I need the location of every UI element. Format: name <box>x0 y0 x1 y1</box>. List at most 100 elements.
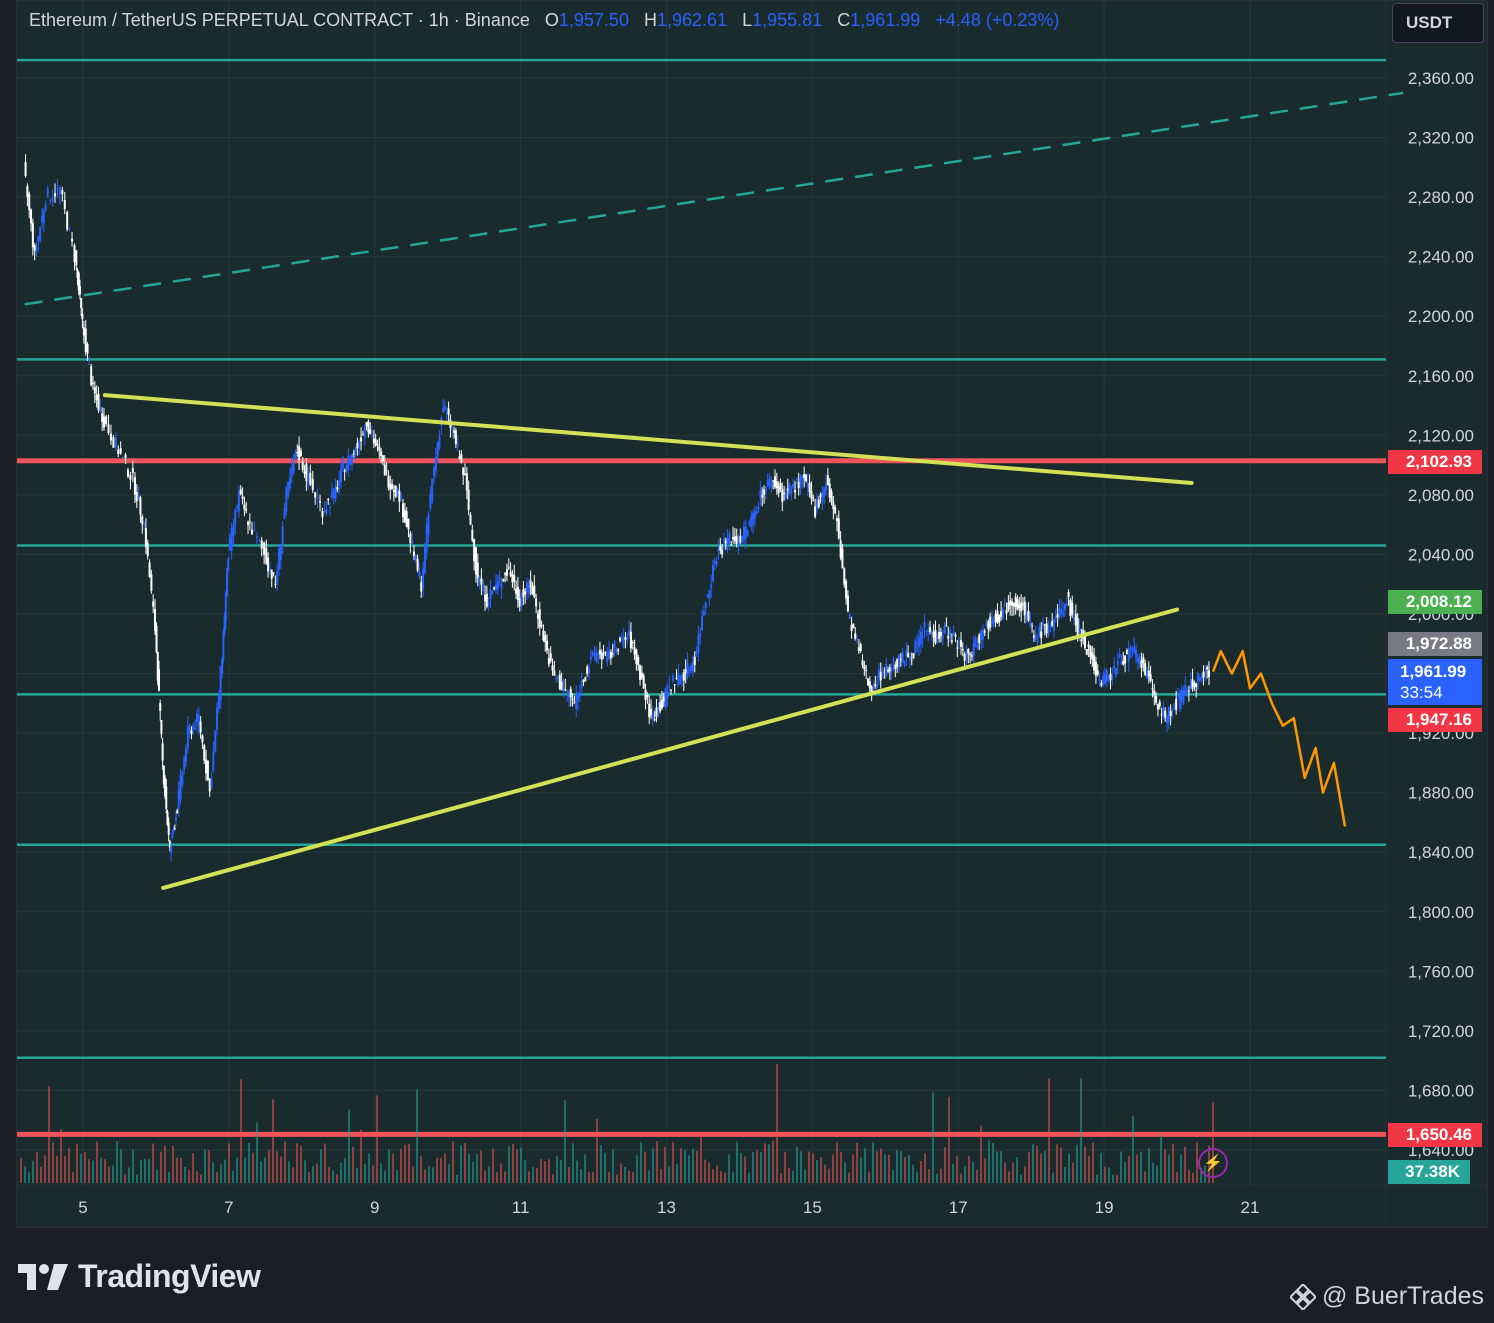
candle-body <box>139 497 142 515</box>
candle-body <box>402 503 405 518</box>
candle-body <box>500 583 503 589</box>
candle-body <box>327 498 330 501</box>
candle-body <box>329 506 332 508</box>
volume-bar <box>720 1171 722 1183</box>
candle-body <box>1186 689 1189 692</box>
candle-body <box>68 228 71 230</box>
candle-body <box>593 654 596 656</box>
volume-bar <box>1112 1174 1114 1183</box>
volume-bar <box>776 1064 778 1183</box>
candle-body <box>755 511 758 514</box>
candle-body <box>1038 626 1041 637</box>
candle-body <box>336 487 339 490</box>
volume-bar <box>612 1148 614 1183</box>
price-tick-label: 2,360.00 <box>1408 69 1474 88</box>
candle-body <box>1158 701 1161 707</box>
candle-body <box>489 589 492 599</box>
candle-body <box>936 642 939 644</box>
candle-body <box>1051 620 1054 626</box>
candle-body <box>795 478 798 481</box>
candle-body <box>30 209 33 224</box>
volume-bar <box>748 1172 750 1183</box>
candle-body <box>287 481 290 496</box>
candle-body <box>959 639 962 647</box>
volume-bar <box>652 1148 654 1183</box>
volume-bar <box>472 1162 474 1183</box>
volume-bar <box>72 1172 74 1183</box>
candle-body <box>648 703 651 718</box>
price-tick-label: 2,280.00 <box>1408 188 1474 207</box>
volume-bar <box>1032 1144 1034 1183</box>
volume-bar <box>512 1143 514 1183</box>
candle-body <box>88 363 91 365</box>
candle-body <box>826 475 829 485</box>
candle-body <box>1124 655 1127 664</box>
candle-body <box>950 640 953 642</box>
volume-bar <box>316 1163 318 1183</box>
price-tick-label: 2,080.00 <box>1408 486 1474 505</box>
candle-body <box>535 598 538 607</box>
candle-body <box>350 454 353 465</box>
lightning-icon[interactable]: ⚡ <box>1198 1148 1228 1178</box>
volume-bar <box>1040 1153 1042 1183</box>
candle-body <box>1122 661 1125 665</box>
volume-bar <box>896 1150 898 1183</box>
candle-body <box>640 672 643 679</box>
candle-body <box>400 495 403 499</box>
volume-bar <box>312 1166 314 1183</box>
candle-body <box>409 533 412 544</box>
candle-body <box>97 393 100 411</box>
candle-body <box>575 695 578 710</box>
candle-body <box>124 454 127 459</box>
volume-bar <box>592 1171 594 1183</box>
volume-bar <box>712 1169 714 1183</box>
price-chart[interactable]: 2,360.00 2,320.00 2,280.00 2,240.00 2,200.00… <box>0 0 1494 1323</box>
volume-bar <box>232 1170 234 1183</box>
candle-body <box>1076 618 1079 636</box>
volume-bar <box>1016 1157 1018 1183</box>
volume-bar <box>476 1154 478 1183</box>
candle-body <box>516 586 519 601</box>
candle-body <box>239 489 242 495</box>
volume-bar <box>108 1166 110 1183</box>
candle-body <box>416 558 419 571</box>
candle-body <box>557 676 560 679</box>
candle-body <box>1085 649 1088 655</box>
currency-button[interactable]: USDT <box>1392 3 1484 43</box>
candle-body <box>1034 635 1037 640</box>
candle-body <box>387 475 390 488</box>
volume-bar <box>928 1168 930 1183</box>
candle-body <box>1207 670 1210 678</box>
candle-body <box>203 745 206 761</box>
candle-body <box>958 642 961 644</box>
candle-body <box>690 665 693 672</box>
candle-body <box>609 652 612 659</box>
volume-bar <box>764 1143 766 1183</box>
volume-bar <box>220 1164 222 1183</box>
candle-body <box>808 482 811 493</box>
volume-bar <box>792 1170 794 1183</box>
volume-bar <box>864 1148 866 1183</box>
candle-body <box>781 489 784 502</box>
volume-bar <box>740 1152 742 1183</box>
candle-body <box>693 656 696 666</box>
tradingview-logo[interactable]: TradingView <box>18 1258 261 1295</box>
volume-bar <box>60 1128 62 1183</box>
candle-body <box>939 632 942 637</box>
candle-body <box>894 664 897 669</box>
candle-body <box>1120 661 1123 665</box>
candle-body <box>1133 647 1136 653</box>
symbol-title[interactable]: Ethereum / TetherUS PERPETUAL CONTRACT ·… <box>29 10 530 30</box>
volume-bar <box>516 1149 518 1183</box>
volume-bar <box>884 1154 886 1183</box>
volume-bar <box>80 1153 82 1183</box>
volume-bar <box>1028 1152 1030 1183</box>
candle-body <box>992 620 995 626</box>
candle-body <box>591 651 594 656</box>
candle-body <box>33 245 36 251</box>
tradingview-logo-text: TradingView <box>78 1258 261 1294</box>
candle-body <box>205 759 208 774</box>
candle-body <box>777 486 780 494</box>
candle-body <box>462 467 465 475</box>
volume-bar <box>480 1150 482 1183</box>
